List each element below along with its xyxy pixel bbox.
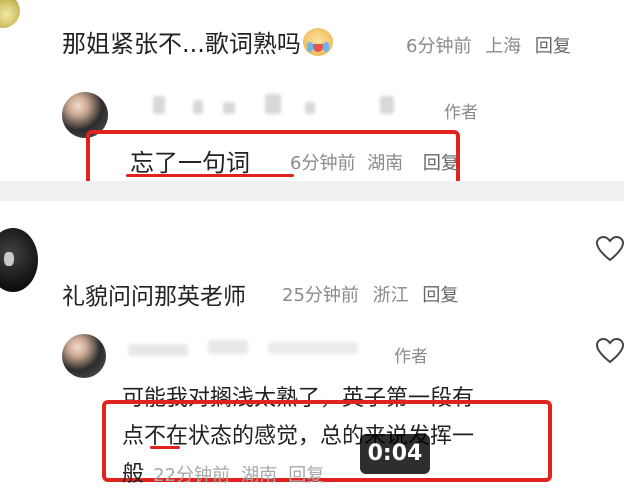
text-underline [150,446,180,449]
reply-button[interactable]: 回复 [288,465,324,486]
reply-time: 6分钟前 [290,153,356,174]
author-tag: 作者 [394,347,428,367]
reply-button[interactable]: 回复 [423,153,459,174]
comment-time: 25分钟前 [282,285,359,306]
comment-body: 那姐紧张不...歌词熟吗 [62,30,301,58]
reply-text: 忘了一句词 [130,149,250,177]
reply-last-line: 般 22分钟前 湖南 回复 [122,456,324,488]
comment-text: 那姐紧张不...歌词熟吗 [62,24,333,59]
reply-button[interactable]: 回复 [422,285,458,306]
author-avatar[interactable] [62,334,106,378]
avatar[interactable] [0,228,38,292]
comment-location: 浙江 [372,285,409,306]
crying-face-icon [302,28,333,56]
comment-time: 6分钟前 [406,36,472,57]
reply-time: 22分钟前 [153,465,231,486]
reply-location: 湖南 [367,153,404,174]
author-tag: 作者 [444,103,478,123]
comment-meta: 6分钟前 上海 回复 [406,32,571,58]
reply-location: 湖南 [241,465,278,486]
comment-text: 礼貌问问那英老师 [62,284,246,310]
comment-meta: 25分钟前 浙江 回复 [282,281,458,307]
reply-meta: 6分钟前 湖南 回复 [290,149,459,175]
comment-location: 上海 [485,36,522,57]
reply-text-tail: 般 [122,462,145,487]
reply-button[interactable]: 回复 [535,36,571,57]
avatar[interactable] [0,0,20,28]
section-divider [0,181,624,201]
text-underline [126,174,294,177]
heart-icon[interactable] [595,235,624,266]
video-timestamp: 0:04 [360,434,430,474]
author-username-blurred [118,334,368,360]
heart-icon[interactable] [595,337,624,368]
author-username-blurred [145,92,415,118]
